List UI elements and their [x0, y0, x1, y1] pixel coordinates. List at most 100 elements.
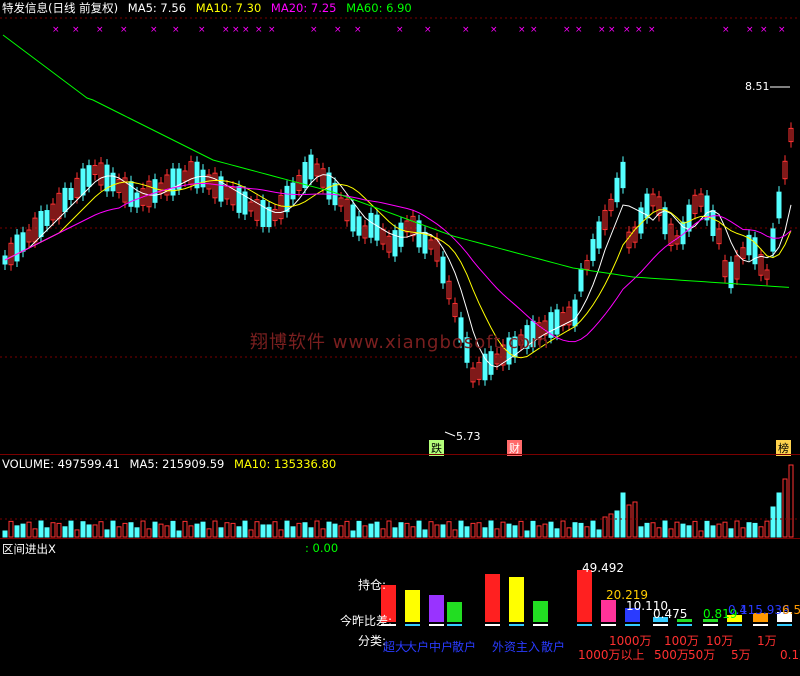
g3-label-r2-1: 500万	[654, 648, 689, 662]
volume-bar-26	[158, 523, 164, 538]
volume-bar-9	[56, 522, 62, 538]
candle-body-128	[770, 228, 776, 252]
volume-bar-113	[680, 523, 686, 538]
top-marker-24: ×	[608, 25, 616, 35]
volume-bar-130	[782, 478, 788, 538]
volume-bar-4	[26, 521, 32, 538]
g3-value-0: 49.492	[582, 561, 624, 575]
volume-pane-divider	[0, 538, 800, 539]
candle-body-58	[350, 204, 356, 232]
volume-bar-56	[338, 525, 344, 538]
volume-bar-55	[332, 523, 338, 538]
volume-bar-13	[80, 521, 86, 538]
volume-header: VOLUME: 497599.41 MA5: 215909.59 MA10: 1…	[2, 457, 342, 471]
g3-label-r1-3: 1万	[757, 634, 777, 648]
volume-bar-129	[776, 492, 782, 538]
volume-bar-52	[314, 520, 320, 538]
top-marker-29: ×	[746, 25, 754, 35]
volume-bar-122	[734, 520, 740, 538]
g1-bar-2	[429, 595, 444, 622]
volume-bar-8	[50, 522, 56, 538]
volume-bar-120	[722, 521, 728, 538]
volume-bar-11	[68, 520, 74, 538]
volume-bar-72	[434, 524, 440, 538]
top-marker-6: ×	[198, 25, 206, 35]
volume-bar-70	[422, 529, 428, 538]
volume-bar-104	[626, 504, 632, 538]
volume-bar-44	[266, 524, 272, 538]
volume-bar-109	[656, 527, 662, 538]
volume-bar-74	[446, 521, 452, 538]
volume-bar-45	[272, 521, 278, 538]
diff-mark-12	[703, 624, 718, 626]
indicator-header: 区间进出X	[2, 541, 62, 557]
volume-bar-23	[140, 520, 146, 538]
volume-bar-121	[728, 528, 734, 538]
volume-bar-92	[554, 528, 560, 538]
top-marker-18: ×	[490, 25, 498, 35]
top-marker-14: ×	[354, 25, 362, 35]
volume-bar-108	[650, 522, 656, 538]
volume-bar-79	[476, 522, 482, 538]
volume-bar-69	[416, 520, 422, 538]
volume-bar-37	[224, 522, 230, 538]
volume-bar-87	[524, 530, 530, 538]
volume-bar-94	[566, 527, 572, 538]
g2-bar-2	[533, 601, 548, 622]
candle-body-51	[308, 154, 314, 180]
volume-bar-12	[74, 529, 80, 538]
volume-bar-0	[2, 530, 8, 538]
watermark: 翔博软件 www.xiangbosoft.com	[250, 332, 550, 353]
diff-mark-14	[753, 624, 768, 626]
diff-mark-7	[577, 624, 592, 626]
volume-bar-110	[662, 520, 668, 538]
top-marker-4: ×	[150, 25, 158, 35]
volume-bar-101	[608, 513, 614, 538]
volume-bar-116	[698, 530, 704, 538]
g1-bar-1	[405, 590, 420, 622]
volume-bar-24	[146, 528, 152, 538]
volume-bar-91	[548, 521, 554, 538]
volume-bar-1	[8, 520, 14, 538]
ma20-line	[4, 182, 792, 343]
volume-bar-125	[752, 522, 758, 538]
volume-bar-98	[590, 520, 596, 538]
top-marker-10: ×	[255, 25, 263, 35]
row-label-holding: 持仓:	[358, 578, 387, 592]
candle-body-10	[62, 187, 68, 213]
candle-body-54	[326, 172, 332, 200]
candle-body-14	[86, 165, 92, 187]
volume-bar-16	[98, 521, 104, 538]
top-marker-3: ×	[120, 25, 128, 35]
g3-label-r2-4: 0.1万	[780, 648, 800, 662]
g3-bar-0	[577, 570, 592, 622]
volume-bar-114	[686, 525, 692, 538]
diff-mark-11	[677, 624, 692, 626]
top-marker-13: ×	[334, 25, 342, 35]
volume-value: VOLUME: 497599.41	[2, 457, 120, 471]
volume-bar-42	[254, 521, 260, 538]
candle-body-61	[368, 212, 374, 238]
volume-bar-128	[770, 506, 776, 538]
candle-body-103	[620, 161, 626, 189]
volume-bar-124	[746, 522, 752, 538]
diff-mark-3	[447, 624, 462, 626]
volume-bar-27	[164, 525, 170, 538]
top-marker-20: ×	[530, 25, 538, 35]
volume-bar-90	[542, 523, 548, 538]
candle-body-129	[776, 191, 782, 219]
volume-bar-77	[464, 526, 470, 538]
volume-bar-51	[308, 527, 314, 538]
volume-bar-54	[326, 521, 332, 538]
volume-bar-103	[620, 492, 626, 538]
volume-bar-66	[398, 522, 404, 538]
candle-body-102	[614, 177, 620, 203]
volume-bar-46	[278, 529, 284, 538]
volume-bar-99	[596, 529, 602, 538]
g1-label-0: 超大	[383, 640, 408, 654]
candle-body-33	[200, 169, 206, 188]
candle-body-62	[374, 214, 380, 241]
volume-bar-50	[302, 522, 308, 538]
top-marker-31: ×	[778, 25, 786, 35]
volume-bar-29	[176, 530, 182, 538]
